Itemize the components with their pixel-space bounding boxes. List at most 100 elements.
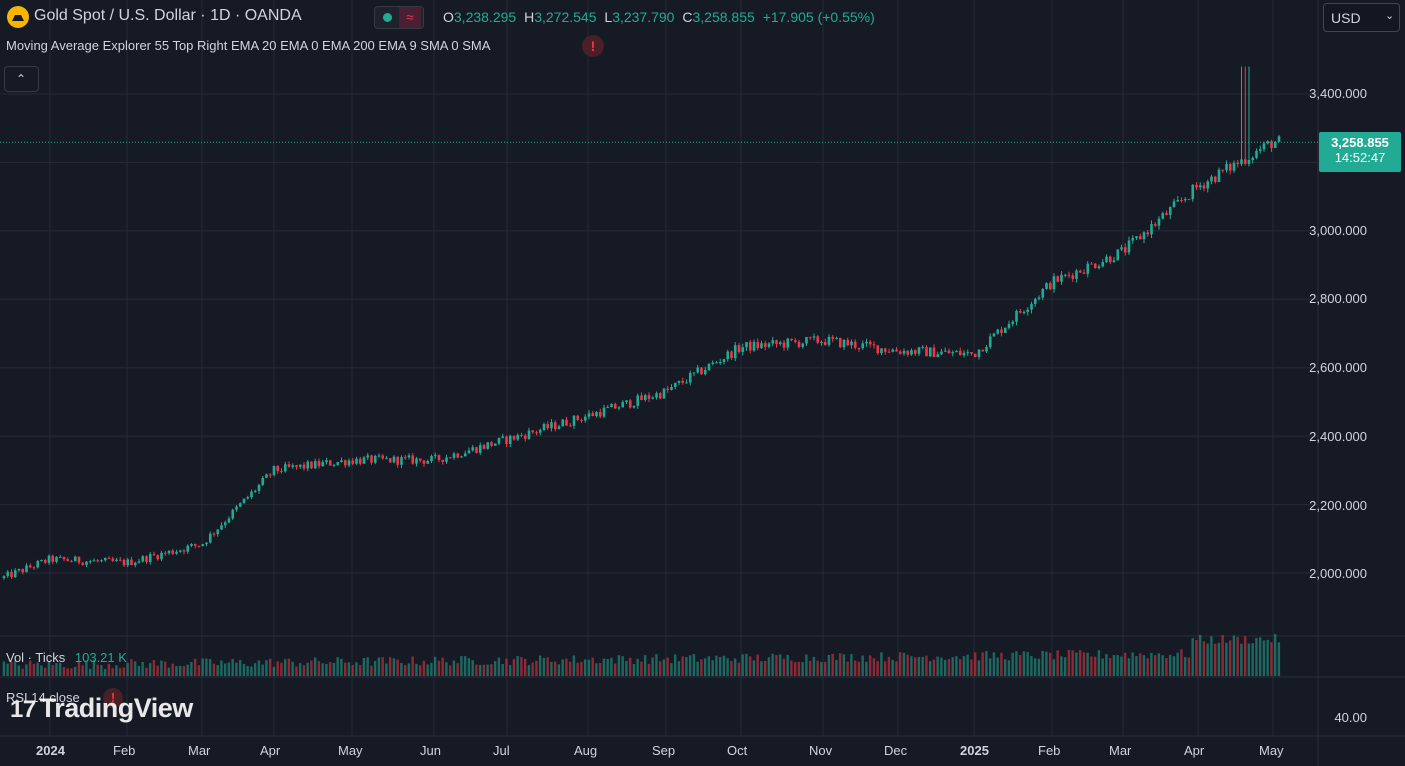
candle-body: [400, 457, 403, 465]
volume-bar: [40, 665, 43, 676]
volume-bar: [835, 660, 838, 676]
candle-body: [6, 571, 10, 577]
candle-body: [516, 434, 520, 440]
price-axis-label: 3,400.000: [1309, 86, 1367, 101]
candle-body: [790, 338, 793, 341]
candle-body: [111, 558, 115, 561]
candle-body: [786, 338, 790, 348]
candle-body: [767, 343, 771, 347]
volume-bar: [1101, 658, 1104, 676]
volume-bar: [17, 665, 21, 676]
volume-bar: [951, 657, 954, 676]
candle-body: [163, 552, 167, 554]
volume-bar: [373, 660, 377, 676]
volume-bar: [970, 659, 973, 676]
candle-body: [936, 354, 940, 358]
volume-bar: [827, 654, 831, 676]
candle-body: [43, 559, 47, 563]
price-chart[interactable]: [0, 0, 1405, 766]
volume-bar: [782, 658, 786, 676]
candle-body: [441, 459, 445, 462]
volume-bar: [932, 659, 936, 676]
price-axis-label: 2,000.000: [1309, 566, 1367, 581]
volume-bar: [1015, 651, 1018, 676]
volume-bar: [1090, 656, 1093, 676]
candle-body: [430, 456, 433, 462]
volume-bar: [1127, 658, 1131, 676]
candle-body: [940, 351, 943, 355]
candle-body: [107, 557, 111, 559]
bar-countdown: 14:52:47: [1334, 150, 1386, 165]
volume-bar: [595, 663, 598, 676]
volume-label: Vol · Ticks: [6, 650, 66, 665]
indicator-legend[interactable]: Moving Average Explorer 55 Top Right EMA…: [6, 38, 490, 53]
volume-legend[interactable]: Vol · Ticks 103.21 K: [6, 650, 127, 665]
volume-bar: [767, 657, 771, 676]
volume-bar: [973, 652, 977, 676]
candle-body: [733, 345, 737, 359]
volume-bar: [718, 657, 722, 676]
candle-body: [508, 435, 512, 444]
candle-body: [801, 343, 805, 347]
candle-body: [193, 543, 197, 546]
candle-body: [1217, 169, 1221, 182]
candle-body: [985, 347, 988, 352]
candle-body: [1067, 274, 1071, 276]
candle-body: [81, 562, 85, 565]
volume-bar: [786, 654, 789, 676]
candle-body: [205, 542, 208, 545]
candle-body: [175, 551, 178, 554]
candle-body: [658, 393, 662, 399]
candle-body: [1161, 213, 1165, 219]
volume-bar: [662, 659, 666, 676]
volume-bar: [407, 663, 411, 676]
volume-bar: [1048, 652, 1052, 676]
candle-body: [621, 401, 625, 408]
symbol-title[interactable]: Gold Spot / U.S. Dollar · 1D · OANDA: [34, 7, 302, 25]
time-axis-label: Aug: [574, 743, 598, 758]
time-axis[interactable]: 2024 Feb Mar Apr May Jun Jul Aug Sep Oct Nov Dec 202…: [0, 743, 1320, 763]
volume-bar: [542, 657, 546, 676]
candle-body: [568, 425, 572, 427]
indicator-error-icon[interactable]: !: [582, 35, 604, 57]
volume-bar: [351, 664, 354, 676]
volume-bar: [478, 664, 482, 676]
volume-bar: [1165, 658, 1168, 676]
volume-bar: [505, 658, 508, 676]
volume-bar: [625, 660, 628, 676]
candle-body: [332, 464, 336, 466]
gold-symbol-icon: [7, 6, 29, 28]
market-status-pill[interactable]: ≈: [374, 6, 424, 29]
volume-bar: [302, 665, 306, 676]
price-axis-label: 2,600.000: [1309, 360, 1367, 375]
volume-bar: [411, 656, 414, 676]
candle-body: [148, 554, 152, 562]
volume-bar: [621, 656, 624, 676]
volume-bar: [715, 655, 718, 676]
candle-body: [763, 343, 767, 347]
collapse-legend-button[interactable]: ⌃: [4, 66, 39, 92]
candle-body: [340, 460, 343, 463]
candle-body: [906, 350, 910, 355]
candle-body: [186, 545, 190, 552]
candle-body: [883, 348, 887, 352]
volume-bar: [1026, 652, 1029, 676]
volume-bar: [913, 657, 917, 676]
candle-body: [1078, 270, 1082, 273]
candle-body: [100, 560, 103, 562]
volume-bar: [985, 650, 988, 676]
candle-body: [178, 550, 182, 552]
candle-body: [298, 464, 302, 467]
volume-bar: [66, 668, 69, 676]
candle-body: [407, 455, 411, 458]
currency-select[interactable]: USD ⌄: [1323, 3, 1400, 32]
candle-body: [403, 457, 407, 459]
volume-bar: [703, 658, 707, 676]
volume-bar: [355, 662, 358, 676]
volume-bar: [328, 662, 332, 676]
volume-bar: [853, 660, 857, 676]
candle-body: [96, 560, 100, 562]
candle-body: [741, 347, 745, 352]
volume-bar: [527, 664, 531, 676]
candle-body: [1127, 240, 1131, 253]
